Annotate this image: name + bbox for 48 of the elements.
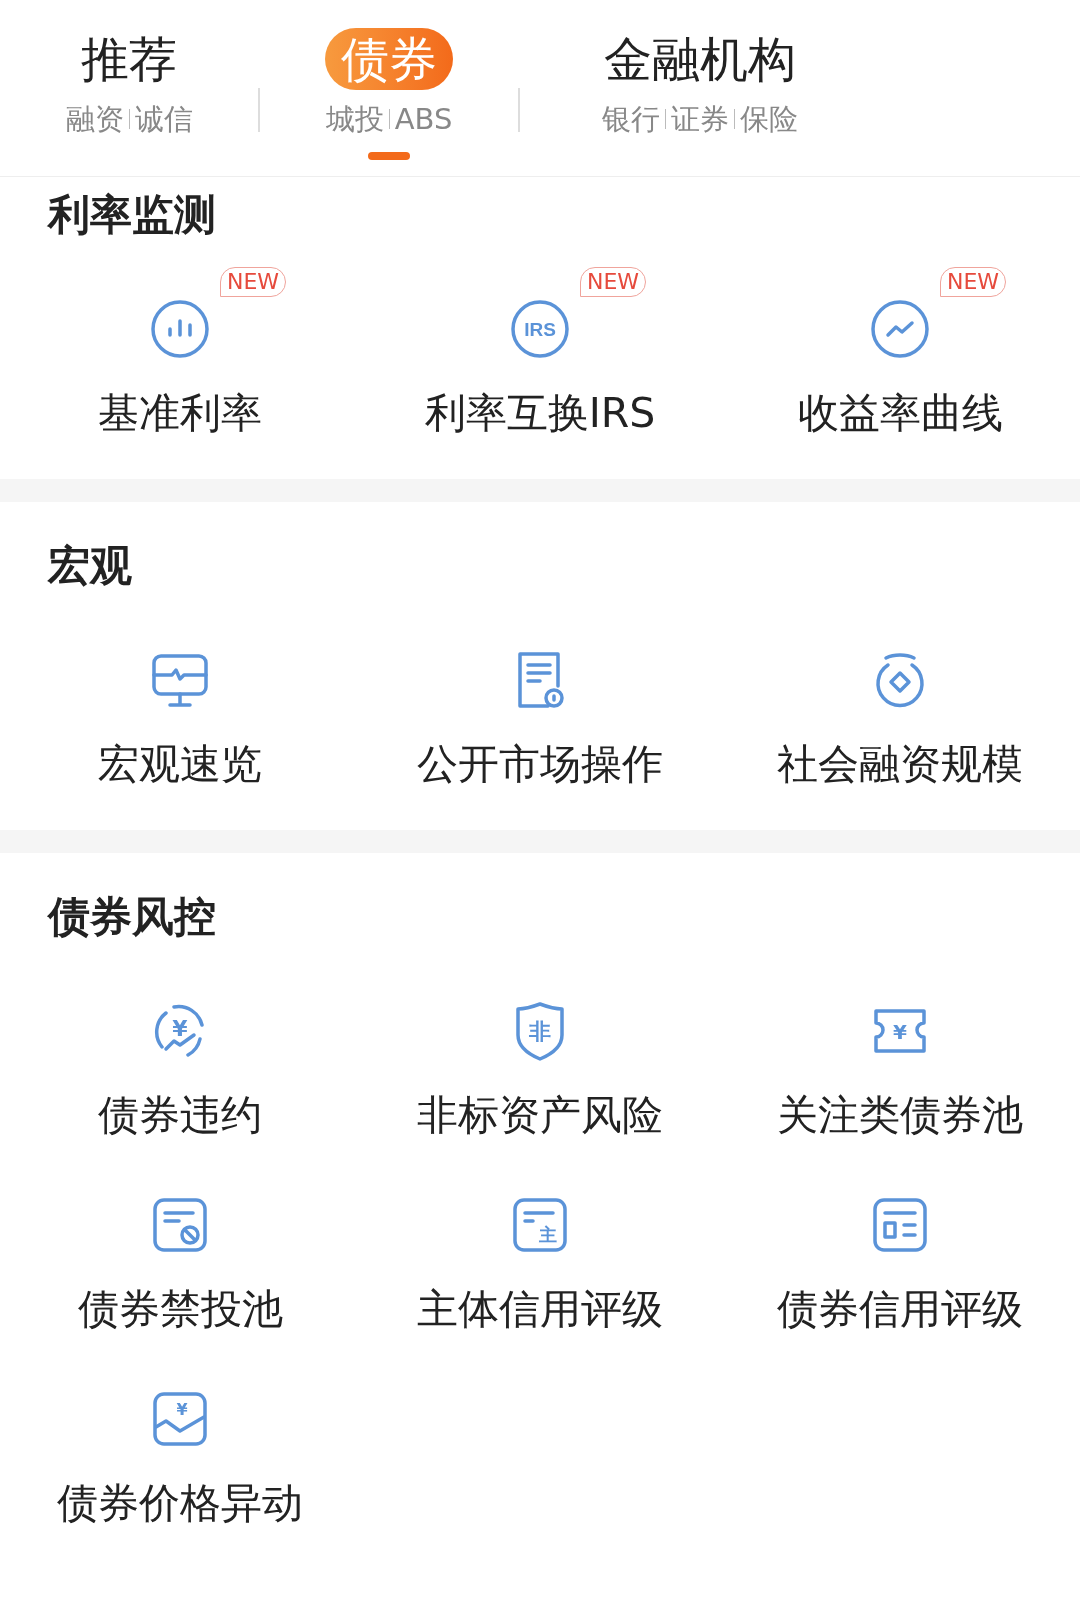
menu-label: 债券违约 [98, 1090, 262, 1141]
section-title: 宏观 [46, 540, 133, 592]
bar-chart-icon [148, 297, 212, 361]
tab-subtitle: ABS [394, 102, 453, 136]
menu-tile[interactable]: 非 非标资产风险 [360, 961, 720, 1141]
menu-tile[interactable]: 主 主体信用评级 [360, 1155, 720, 1335]
new-badge: NEW [940, 267, 1007, 297]
menu-tile[interactable]: ¥ 债券违约 [0, 961, 360, 1141]
category-tab[interactable]: 推荐 融资 诚信 [65, 28, 193, 160]
menu-tile[interactable]: ¥ 关注类债券池 [720, 961, 1080, 1141]
tab-subtitle: 保险 [740, 102, 798, 136]
menu-label: 公开市场操作 [417, 739, 663, 790]
menu-tile[interactable]: NEW 基准利率 [0, 259, 360, 439]
menu-tile[interactable]: ¥ 债券价格异动 [0, 1349, 360, 1529]
menu-tile[interactable]: 公开市场操作 [360, 610, 720, 790]
menu-tile[interactable]: 债券禁投池 [0, 1155, 360, 1335]
menu-tile[interactable]: 社会融资规模 [720, 610, 1080, 790]
tab-subtitle: 证券 [671, 102, 729, 136]
category-tab[interactable]: 债券 城投 ABS [325, 28, 453, 160]
menu-label: 收益率曲线 [797, 388, 1003, 439]
section-title: 利率监测 [46, 189, 217, 241]
new-badge: NEW [220, 267, 287, 297]
menu-label: 基准利率 [98, 388, 262, 439]
menu-label: 债券信用评级 [777, 1284, 1023, 1335]
section-title: 债券风控 [46, 891, 217, 943]
tab-subtitle: 城投 [325, 102, 384, 136]
menu-label: 主体信用评级 [417, 1284, 663, 1335]
tab-subtitle: 银行 [602, 102, 660, 136]
menu-tile[interactable]: NEW 收益率曲线 [720, 259, 1080, 439]
tab-title: 推荐 [80, 30, 178, 89]
new-badge: NEW [580, 267, 647, 297]
menu-label: 社会融资规模 [777, 739, 1023, 790]
menu-label: 宏观速览 [98, 739, 262, 790]
menu-label: 非标资产风险 [417, 1090, 663, 1141]
category-tab[interactable]: 金融机构 银行 证券 保险 [588, 28, 812, 160]
menu-tile[interactable]: 宏观速览 [0, 610, 360, 790]
tab-title: 金融机构 [603, 30, 797, 89]
menu-tile[interactable]: IRS NEW 利率互换IRS [360, 259, 720, 439]
menu-tile[interactable]: 债券信用评级 [720, 1155, 1080, 1335]
tab-subtitle: 诚信 [134, 102, 193, 136]
active-indicator [368, 152, 410, 160]
menu-label: 债券禁投池 [77, 1284, 283, 1335]
menu-label: 利率互换IRS [424, 388, 656, 439]
menu-label: 关注类债券池 [777, 1090, 1023, 1141]
text-circle-icon: IRS [508, 297, 572, 361]
menu-label: 债券价格异动 [57, 1478, 303, 1529]
tab-subtitle: 融资 [65, 102, 124, 136]
tab-title: 债券 [325, 28, 453, 90]
